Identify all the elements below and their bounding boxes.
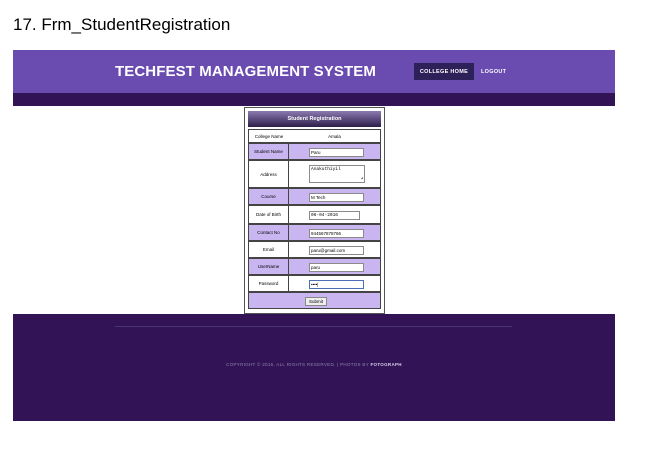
form-title: Student Registration — [248, 111, 381, 127]
form-row-email: Email paru@gmail.com — [248, 241, 381, 258]
web-page: TECHFEST MANAGEMENT SYSTEM COLLEGE HOME … — [13, 50, 615, 421]
address-value: Anakuthiyil — [311, 167, 341, 172]
college-name-value: Amala — [328, 133, 341, 139]
form-row-course: Course M Tech — [248, 188, 381, 205]
nav-logout-link[interactable]: LOGOUT — [481, 63, 506, 80]
address-textarea[interactable]: Anakuthiyil ◢ — [309, 165, 365, 183]
main-content: Student Registration College Name Amala … — [13, 106, 615, 314]
page-footer: COPYRIGHT © 2016. ALL RIGHTS RESERVED. |… — [13, 314, 615, 421]
email-input[interactable]: paru@gmail.com — [309, 246, 364, 255]
registration-form: Student Registration College Name Amala … — [244, 107, 385, 314]
top-navigation-bar: TECHFEST MANAGEMENT SYSTEM COLLEGE HOME … — [13, 50, 615, 93]
header-sub-bar — [13, 93, 615, 106]
form-row-username: UserName paru — [248, 258, 381, 275]
contact-label: Contact No — [249, 225, 289, 240]
password-label: Password — [249, 276, 289, 291]
dob-date-input[interactable]: 06-04-2016 — [309, 211, 360, 220]
college-name-label: College Name — [254, 133, 284, 139]
student-name-input[interactable]: Paru — [309, 148, 364, 157]
document-heading: 17. Frm_StudentRegistration — [13, 15, 231, 34]
resize-handle-icon[interactable]: ◢ — [361, 175, 363, 181]
form-row-college-name: College Name Amala — [248, 129, 381, 143]
form-row-dob: Date of Birth 06-04-2016 — [248, 205, 381, 224]
footer-divider — [115, 326, 512, 327]
password-input[interactable]: ••••| — [309, 280, 364, 289]
nav-college-home-button[interactable]: COLLEGE HOME — [414, 63, 474, 80]
form-row-student-name: Student Name Paru — [248, 143, 381, 160]
dob-label: Date of Birth — [249, 206, 289, 223]
address-label: Address — [249, 161, 289, 187]
contact-input[interactable]: 944567878766 — [309, 229, 364, 238]
form-row-submit: Submit — [248, 292, 381, 309]
course-label: Course — [249, 189, 289, 204]
email-label: Email — [249, 242, 289, 257]
submit-button[interactable]: Submit — [305, 297, 327, 306]
footer-copyright: COPYRIGHT © 2016. ALL RIGHTS RESERVED. |… — [13, 362, 615, 367]
site-title: TECHFEST MANAGEMENT SYSTEM — [115, 63, 376, 80]
form-row-password: Password ••••| — [248, 275, 381, 292]
copyright-text: COPYRIGHT © 2016. ALL RIGHTS RESERVED. |… — [226, 362, 369, 367]
username-label: UserName — [249, 259, 289, 274]
photos-by-link[interactable]: FOTOGRAPH — [370, 362, 401, 367]
student-name-label: Student Name — [249, 144, 289, 159]
course-input[interactable]: M Tech — [309, 193, 364, 202]
form-row-contact: Contact No 944567878766 — [248, 224, 381, 241]
form-row-address: Address Anakuthiyil ◢ — [248, 160, 381, 188]
username-input[interactable]: paru — [309, 263, 364, 272]
